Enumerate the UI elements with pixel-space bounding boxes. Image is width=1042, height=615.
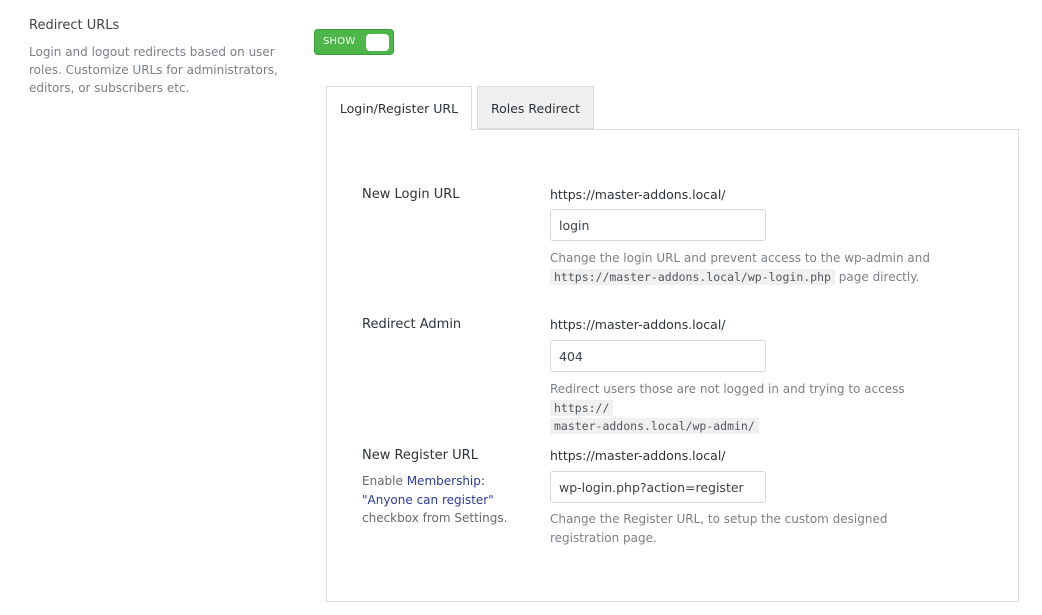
section-title: Redirect URLs — [29, 18, 120, 33]
redirect-admin-label: Redirect Admin — [362, 317, 462, 332]
register-note-prefix: Enable — [362, 474, 403, 488]
register-url-input[interactable] — [550, 471, 766, 503]
register-note-suffix: checkbox from Settings. — [362, 511, 508, 525]
admin-help-code-1: https:// — [550, 399, 614, 416]
new-register-url-label: New Register URL — [362, 448, 478, 463]
redirect-admin-help: Redirect users those are not logged in a… — [550, 380, 970, 436]
new-login-url-label: New Login URL — [362, 187, 460, 202]
section-description: Login and logout redirects based on user… — [29, 45, 278, 95]
tab-login-register-url[interactable]: Login/Register URL — [326, 86, 472, 130]
redirect-admin-input[interactable] — [550, 340, 766, 372]
admin-url-prefix: https://master-addons.local/ — [550, 317, 726, 332]
login-help-code: https://master-addons.local/wp-login.php — [550, 268, 835, 285]
register-url-help: Change the Register URL, to setup the cu… — [550, 512, 888, 545]
login-url-help: Change the login URL and prevent access … — [550, 249, 970, 286]
show-toggle[interactable]: SHOW — [314, 29, 394, 55]
login-url-input[interactable] — [550, 209, 766, 241]
admin-help-text: Redirect users those are not logged in a… — [550, 382, 905, 396]
login-help-text: Change the login URL and prevent access … — [550, 251, 930, 265]
register-url-prefix: https://master-addons.local/ — [550, 448, 726, 463]
login-help-suffix: page directly. — [838, 269, 920, 284]
tab-roles-redirect[interactable]: Roles Redirect — [477, 86, 594, 129]
admin-help-code-2: master-addons.local/wp-admin/ — [550, 418, 759, 434]
toggle-label: SHOW — [323, 36, 356, 47]
toggle-knob — [366, 34, 389, 51]
register-url-note: Enable Membership: "Anyone can register"… — [362, 472, 522, 528]
login-url-prefix: https://master-addons.local/ — [550, 187, 726, 202]
